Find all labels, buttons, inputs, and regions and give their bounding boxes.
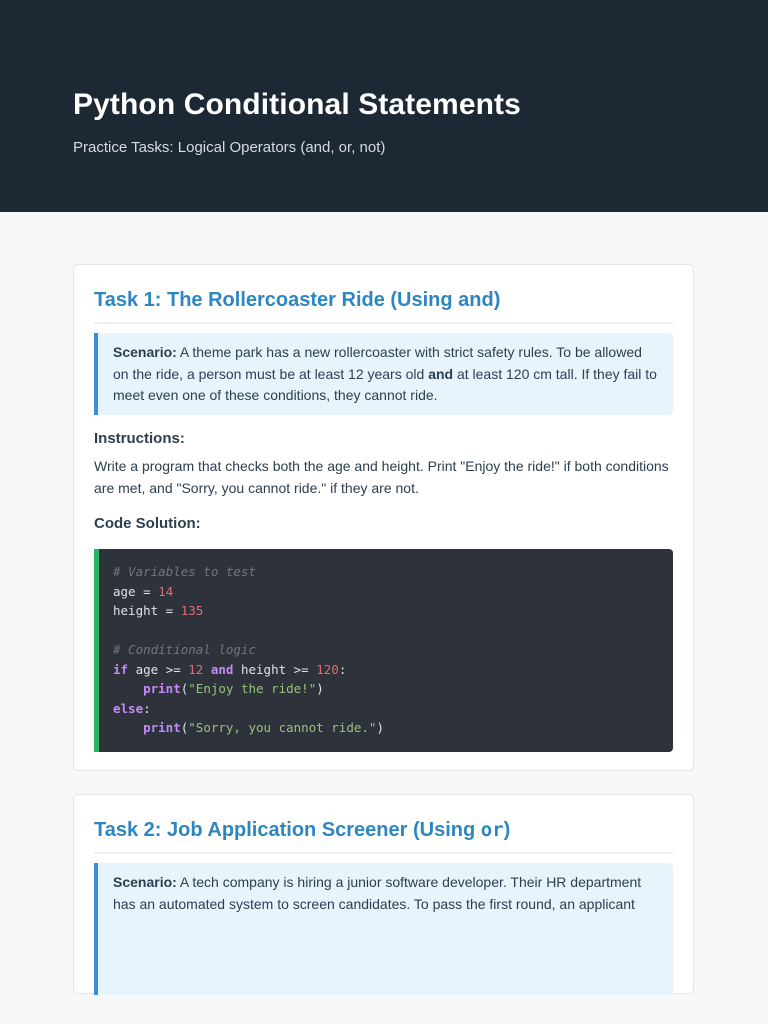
scenario-box: Scenario: A theme park has a new rollerc… (94, 333, 673, 415)
code-comment: # Variables to test (113, 564, 256, 579)
code-block: # Variables to test age = 14 height = 135 #… (94, 549, 673, 752)
code-line-if: if age >= 12 and height >= 120: (113, 661, 347, 677)
scenario-box: Scenario: A tech company is hiring a jun… (94, 863, 673, 995)
code-line-print-success: print("Enjoy the ride!") (143, 681, 324, 696)
code-comment: # Conditional logic (113, 642, 256, 657)
task-card-2: Task 2: Job Application Screener (Using … (73, 794, 694, 995)
page-header: Python Conditional Statements Practice T… (0, 0, 768, 212)
instructions-text: Write a program that checks both the age… (94, 458, 669, 496)
title-divider (94, 852, 673, 854)
task-card-1: Task 1: The Rollercoaster Ride (Using an… (73, 264, 694, 771)
task-2-title: Task 2: Job Application Screener (Using … (94, 819, 511, 841)
instructions-heading: Instructions: (94, 430, 185, 447)
page-subtitle: Practice Tasks: Logical Operators (and, … (73, 139, 386, 156)
scenario-label: Scenario: (113, 874, 177, 890)
title-divider (94, 322, 673, 324)
scenario-label: Scenario: (113, 344, 177, 360)
task-1-title: Task 1: The Rollercoaster Ride (Using an… (94, 289, 501, 311)
code-line-age: age = 14 (113, 583, 174, 599)
code-line-print-fail: print("Sorry, you cannot ride.") (143, 720, 384, 735)
code-heading: Code Solution: (94, 515, 201, 532)
code-line-height: height = 135 (113, 603, 204, 618)
code-line-else: else: (113, 700, 151, 716)
scenario-emphasis: and (428, 365, 454, 382)
scenario-text: A tech company is hiring a junior softwa… (113, 874, 642, 912)
title-code-word: or (480, 819, 504, 841)
page-title: Python Conditional Statements (73, 88, 521, 121)
